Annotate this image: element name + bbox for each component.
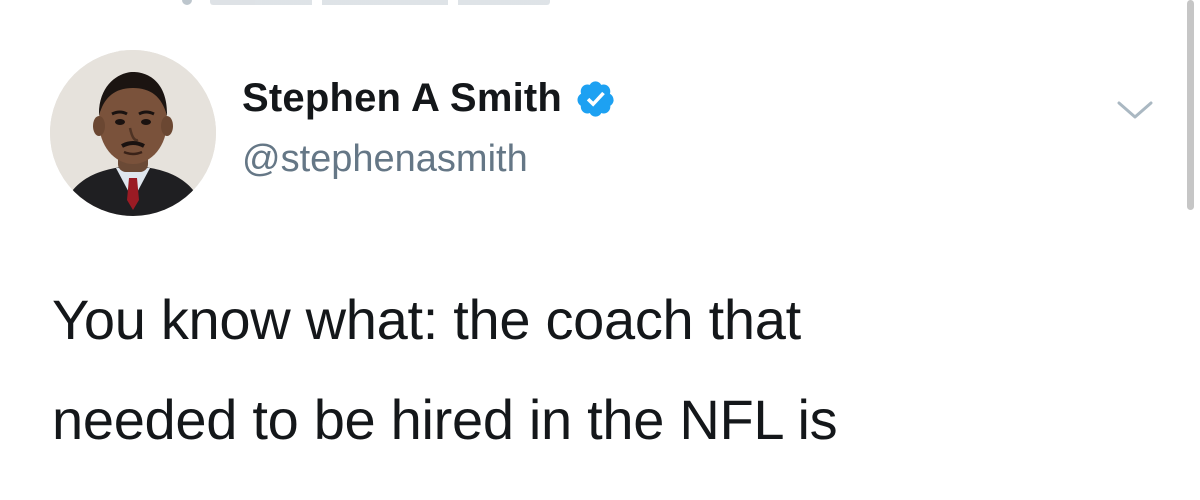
author-handle[interactable]: @stephenasmith (242, 138, 528, 181)
verified-badge-icon (577, 80, 614, 117)
retweet-context-icon (182, 0, 192, 5)
tweet-text-line: You know what: the coach that (52, 288, 801, 351)
profile-photo-icon (50, 50, 216, 216)
scrollbar[interactable] (1187, 0, 1194, 210)
tweet-header: Stephen A Smith @stephenasmith (50, 50, 1160, 220)
avatar[interactable] (50, 50, 216, 216)
tweet-menu-button[interactable] (1115, 95, 1155, 125)
chevron-down-icon (1117, 101, 1153, 119)
previous-tweet-text-fragment (210, 0, 550, 5)
previous-tweet-fragment (182, 0, 550, 6)
tweet-text-line: needed to be hired in the NFL is (52, 388, 838, 451)
tweet-body: You know what: the coach that needed to … (52, 288, 1052, 470)
author-display-name[interactable]: Stephen A Smith (242, 76, 562, 121)
tweet-view: Stephen A Smith @stephenasmith You know … (0, 0, 1200, 500)
author-name-row[interactable]: Stephen A Smith (242, 76, 616, 121)
